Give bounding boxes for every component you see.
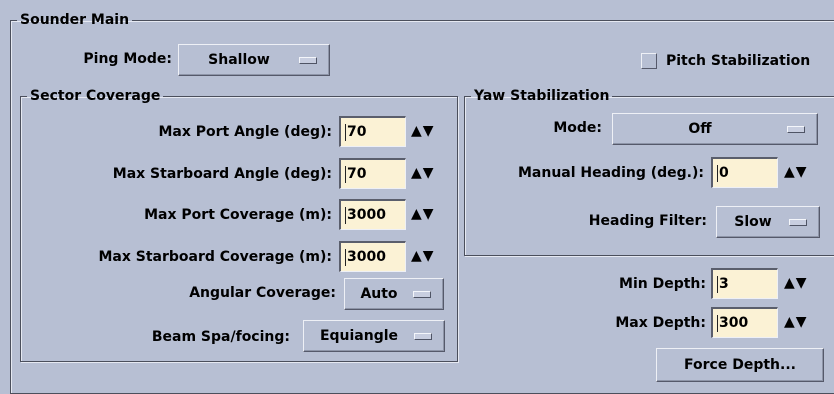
- max-depth-input[interactable]: 300: [711, 307, 778, 338]
- yaw-stabilization-title: Yaw Stabilization: [474, 88, 610, 104]
- max-starboard-angle-spin-icon[interactable]: ▲▼: [411, 164, 445, 182]
- beam-spacing-label: Beam Spa/focing:: [151, 329, 290, 345]
- max-port-angle-input[interactable]: 70: [339, 116, 406, 147]
- max-starboard-coverage-input[interactable]: 3000: [339, 241, 406, 272]
- max-port-angle-label: Max Port Angle (deg):: [158, 124, 332, 140]
- pitch-stabilization-label[interactable]: Pitch Stabilization: [666, 53, 810, 69]
- pitch-stabilization-checkbox[interactable]: [641, 53, 657, 69]
- ping-mode-value: Shallow: [208, 52, 270, 68]
- yaw-mode-menu[interactable]: Off: [612, 113, 818, 145]
- max-port-coverage-input[interactable]: 3000: [339, 199, 406, 230]
- angular-coverage-label: Angular Coverage:: [189, 285, 336, 301]
- beam-spacing-menu[interactable]: Equiangle: [303, 320, 445, 352]
- max-starboard-angle-input[interactable]: 70: [339, 158, 406, 189]
- angular-coverage-menu[interactable]: Auto: [344, 278, 444, 310]
- heading-filter-label: Heading Filter:: [588, 213, 707, 229]
- max-port-angle-spin-icon[interactable]: ▲▼: [411, 122, 445, 140]
- max-port-coverage-label: Max Port Coverage (m):: [144, 207, 332, 223]
- force-depth-label: Force Depth...: [684, 357, 796, 373]
- force-depth-button[interactable]: Force Depth...: [656, 348, 824, 382]
- max-depth-spin-icon[interactable]: ▲▼: [784, 313, 818, 331]
- manual-heading-input[interactable]: 0: [711, 157, 778, 188]
- option-menu-indicator-icon: [787, 125, 805, 133]
- sector-coverage-title: Sector Coverage: [30, 88, 161, 104]
- min-depth-spin-icon[interactable]: ▲▼: [784, 274, 818, 292]
- max-starboard-coverage-spin-icon[interactable]: ▲▼: [411, 247, 445, 265]
- manual-heading-spin-icon[interactable]: ▲▼: [784, 163, 818, 181]
- ping-mode-menu[interactable]: Shallow: [178, 44, 330, 76]
- max-starboard-angle-label: Max Starboard Angle (deg):: [112, 166, 332, 182]
- max-depth-label: Max Depth:: [615, 315, 706, 331]
- option-menu-indicator-icon: [789, 218, 807, 226]
- ping-mode-label: Ping Mode:: [83, 51, 172, 67]
- sounder-main-title: Sounder Main: [20, 12, 130, 28]
- heading-filter-value: Slow: [734, 214, 772, 230]
- angular-coverage-value: Auto: [360, 286, 398, 302]
- yaw-mode-label: Mode:: [553, 120, 602, 136]
- min-depth-label: Min Depth:: [619, 276, 706, 292]
- manual-heading-label: Manual Heading (deg.):: [517, 165, 704, 181]
- max-starboard-coverage-label: Max Starboard Coverage (m):: [98, 249, 332, 265]
- heading-filter-menu[interactable]: Slow: [716, 206, 820, 238]
- option-menu-indicator-icon: [414, 332, 432, 340]
- yaw-mode-value: Off: [688, 121, 712, 137]
- option-menu-indicator-icon: [299, 56, 317, 64]
- beam-spacing-value: Equiangle: [319, 328, 399, 344]
- min-depth-input[interactable]: 3: [711, 268, 778, 299]
- option-menu-indicator-icon: [413, 290, 431, 298]
- max-port-coverage-spin-icon[interactable]: ▲▼: [411, 205, 445, 223]
